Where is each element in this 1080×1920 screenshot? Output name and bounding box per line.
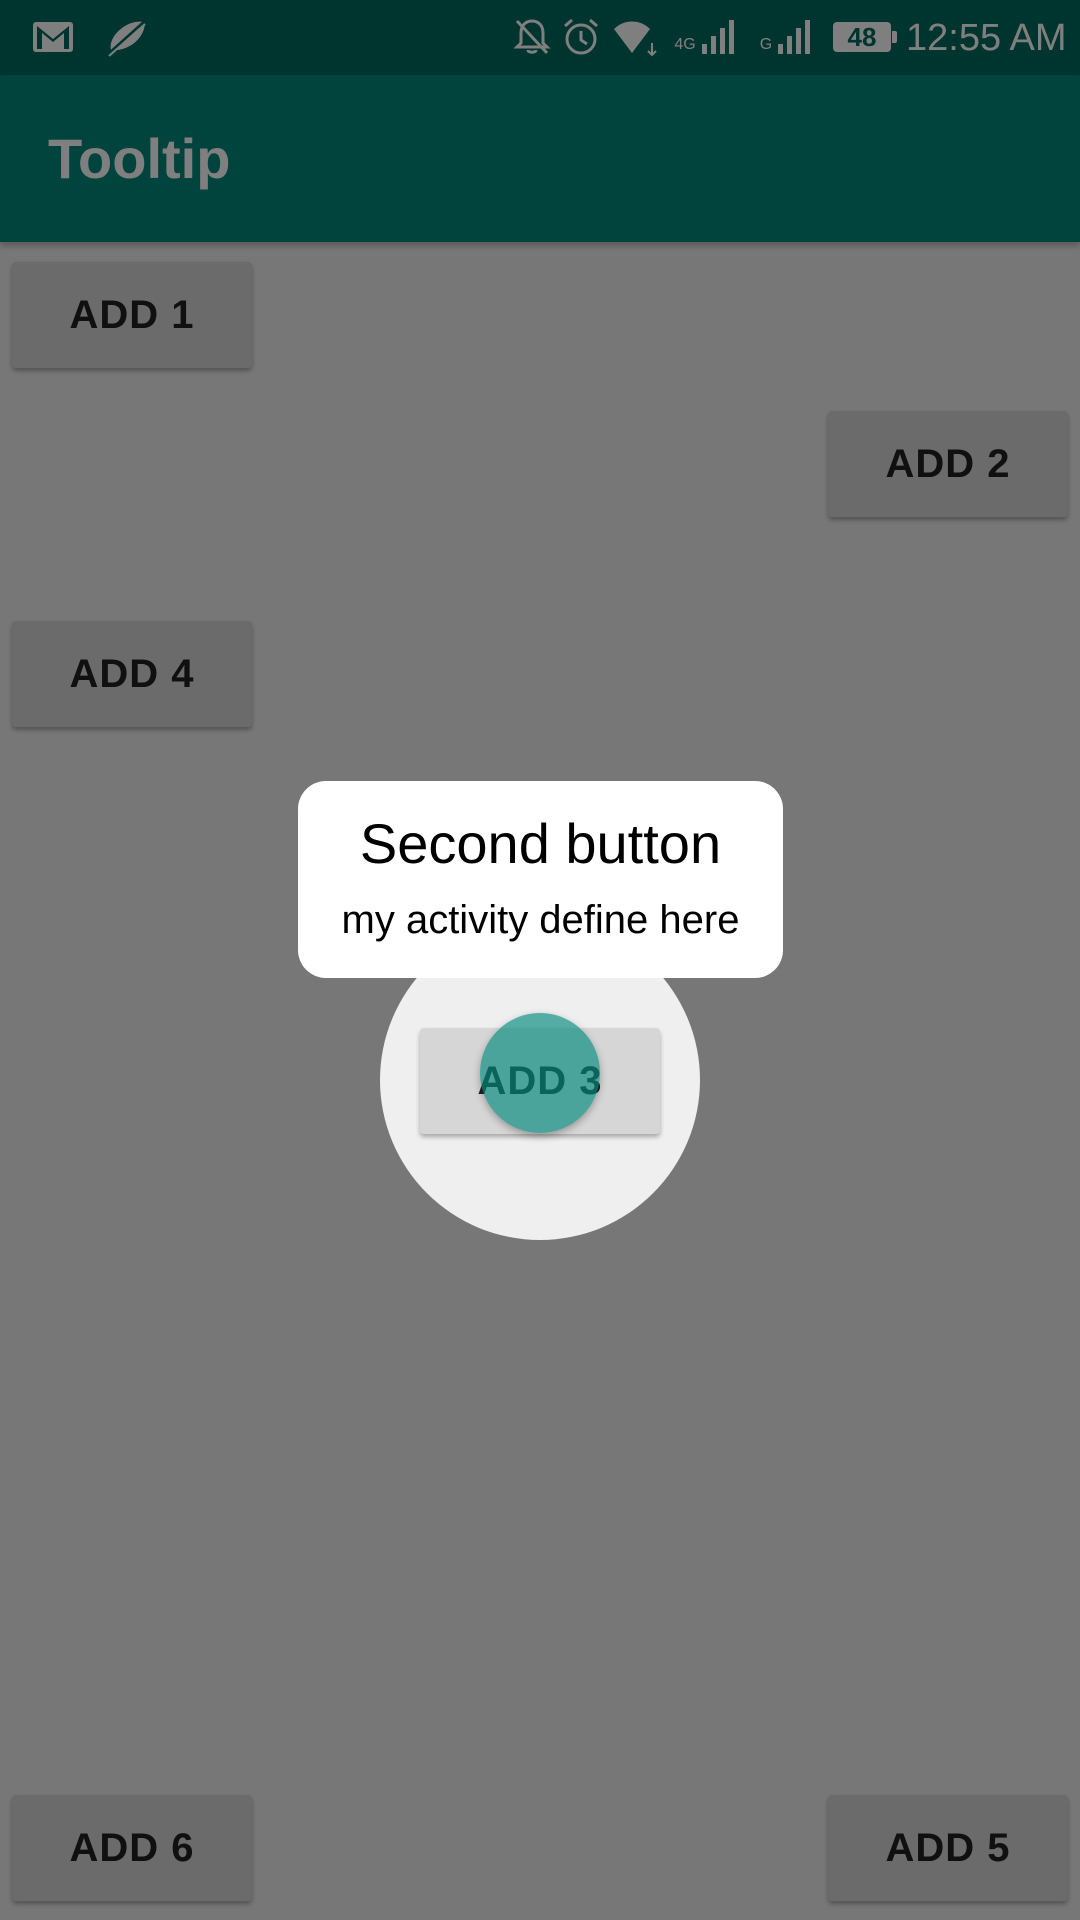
battery-level: 48 <box>847 22 877 52</box>
add-4-button[interactable]: ADD 4 <box>12 621 252 727</box>
add-6-button[interactable]: ADD 6 <box>12 1795 252 1901</box>
tooltip-title: Second button <box>359 812 722 875</box>
notifications-off-icon <box>512 14 552 60</box>
battery-icon: 48 <box>833 22 897 52</box>
status-time: 12:55 AM <box>906 17 1067 59</box>
alarm-icon <box>560 14 602 60</box>
tooltip-description: my activity define here <box>341 898 740 942</box>
status-bar: 4G G 48 12:55 AM <box>0 0 1080 75</box>
network-g-label: G <box>759 36 773 53</box>
network-4g-label: 4G <box>674 36 696 53</box>
do-not-disturb-icon <box>100 14 152 60</box>
add-5-button[interactable]: ADD 5 <box>828 1795 1068 1901</box>
add-1-button[interactable]: ADD 1 <box>12 262 252 368</box>
gmail-icon <box>30 14 76 60</box>
tooltip-card[interactable]: Second button my activity define here <box>298 781 783 978</box>
signal-icon: G <box>754 14 820 60</box>
pulse-indicator[interactable] <box>480 1013 600 1133</box>
add-2-button[interactable]: ADD 2 <box>828 411 1068 517</box>
app-title: Tooltip <box>48 127 231 190</box>
app-bar: Tooltip <box>0 75 1080 242</box>
signal-icon: 4G <box>668 14 744 60</box>
wifi-icon <box>612 14 658 60</box>
